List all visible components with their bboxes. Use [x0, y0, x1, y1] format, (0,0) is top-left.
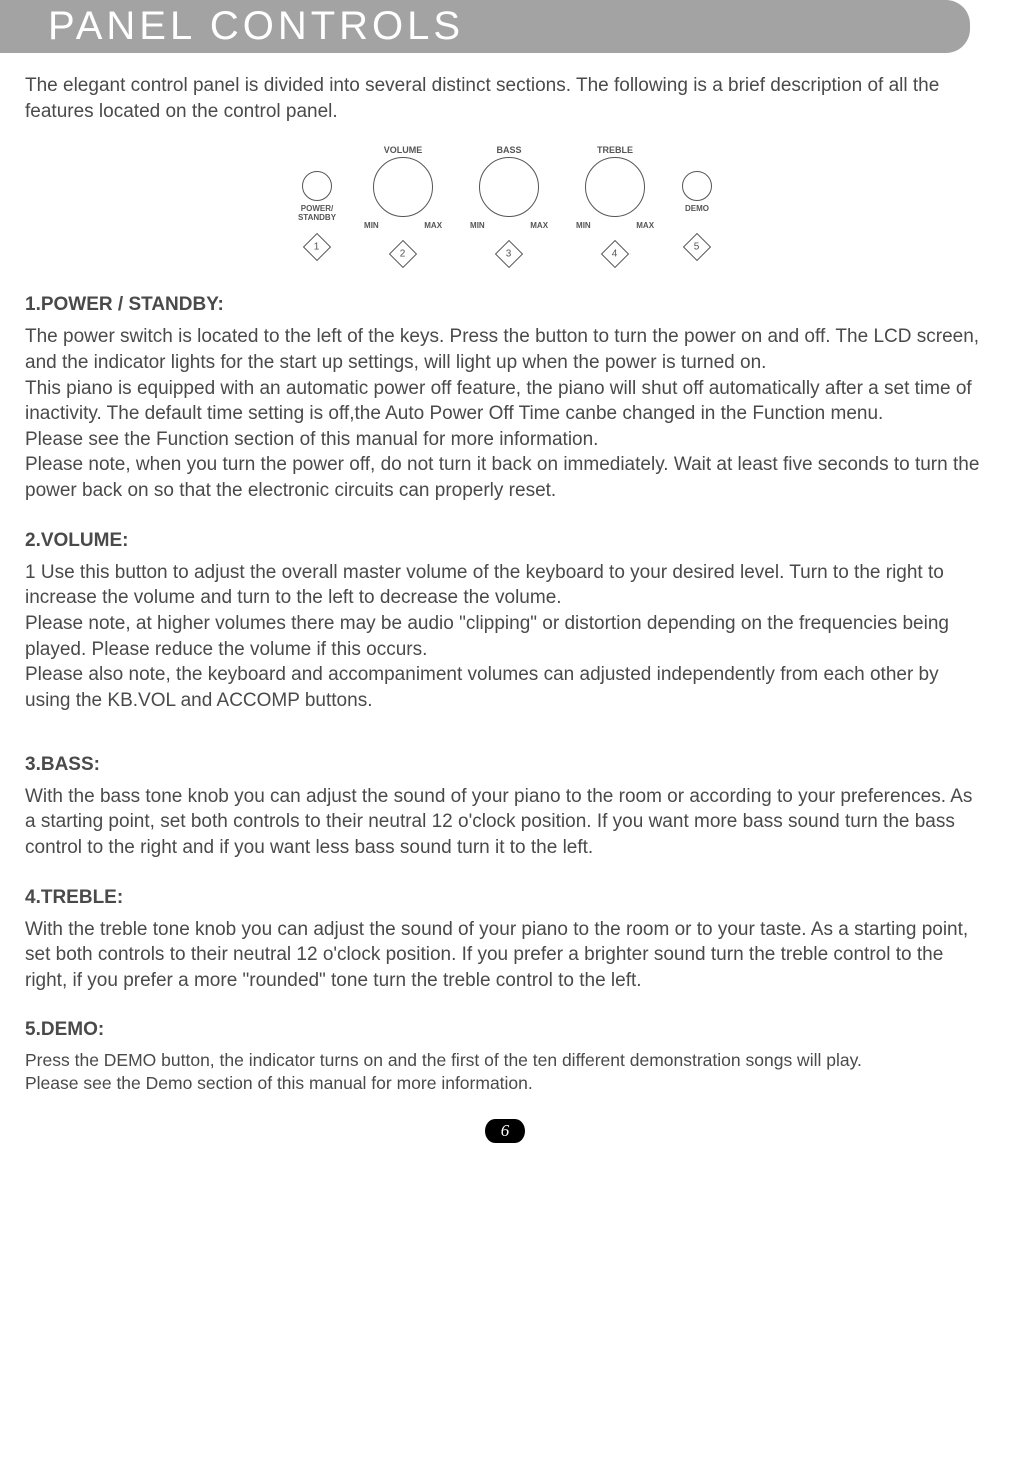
control-1-bottom-label: POWER/ STANDBY: [298, 205, 336, 223]
diagram-row: POWER/ STANDBY 1 VOLUME MIN MAX 2 BASS M…: [298, 145, 712, 264]
content-area: The elegant control panel is divided int…: [0, 53, 1010, 1183]
section-3-heading: 3.BASS:: [25, 754, 985, 776]
control-2-top-label: VOLUME: [384, 145, 423, 155]
diamond-marker-2: 2: [389, 240, 417, 268]
section-3-body: With the bass tone knob you can adjust t…: [25, 784, 985, 861]
control-4-minmax: MIN MAX: [576, 221, 654, 230]
control-volume: VOLUME MIN MAX 2: [364, 145, 442, 264]
page-number: 6: [485, 1119, 526, 1143]
title-bar: PANEL CONTROLS: [0, 0, 970, 53]
section-2-body: 1 Use this button to adjust the overall …: [25, 560, 985, 714]
control-bass: BASS MIN MAX 3: [470, 145, 548, 264]
intro-text: The elegant control panel is divided int…: [25, 73, 985, 124]
control-3-minmax: MIN MAX: [470, 221, 548, 230]
page-number-wrap: 6: [25, 1119, 985, 1143]
diamond-marker-3: 3: [495, 240, 523, 268]
bass-knob-icon: [479, 157, 539, 217]
control-5-bottom-label: DEMO: [685, 205, 709, 214]
volume-knob-icon: [373, 157, 433, 217]
treble-knob-icon: [585, 157, 645, 217]
section-4-body: With the treble tone knob you can adjust…: [25, 917, 985, 994]
section-1-heading: 1.POWER / STANDBY:: [25, 294, 985, 316]
section-1-body: The power switch is located to the left …: [25, 324, 985, 503]
section-5-body: Press the DEMO button, the indicator tur…: [25, 1049, 985, 1095]
section-4-heading: 4.TREBLE:: [25, 887, 985, 909]
control-3-top-label: BASS: [497, 145, 522, 155]
diamond-marker-1: 1: [303, 233, 331, 261]
control-power-standby: POWER/ STANDBY 1: [298, 145, 336, 257]
diamond-marker-4: 4: [601, 240, 629, 268]
control-demo: DEMO 5: [682, 145, 712, 257]
demo-button-icon: [682, 171, 712, 201]
section-2-heading: 2.VOLUME:: [25, 530, 985, 552]
page-title: PANEL CONTROLS: [48, 4, 970, 49]
control-4-top-label: TREBLE: [597, 145, 633, 155]
section-5-heading: 5.DEMO:: [25, 1019, 985, 1041]
control-2-minmax: MIN MAX: [364, 221, 442, 230]
control-treble: TREBLE MIN MAX 4: [576, 145, 654, 264]
diamond-marker-5: 5: [683, 233, 711, 261]
power-button-icon: [302, 171, 332, 201]
panel-diagram: POWER/ STANDBY 1 VOLUME MIN MAX 2 BASS M…: [25, 142, 985, 264]
